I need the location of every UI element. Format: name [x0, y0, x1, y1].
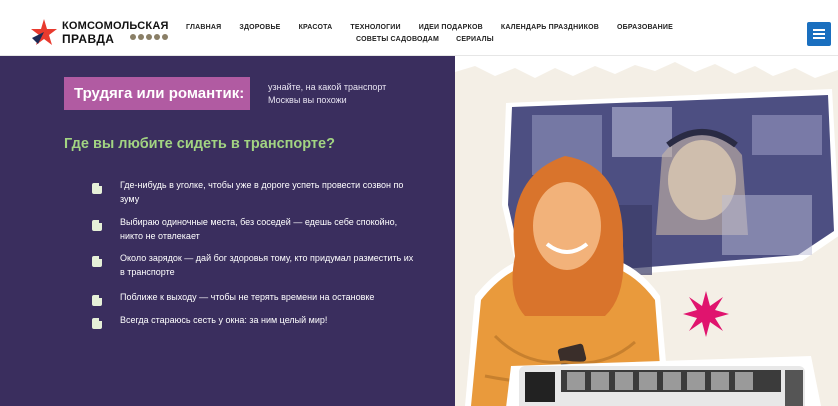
option-marker-icon: [92, 318, 102, 329]
nav-row-secondary: СОВЕТЫ САДОВОДАМ СЕРИАЛЫ: [356, 36, 656, 43]
nav-item-health[interactable]: ЗДОРОВЬЕ: [239, 24, 280, 31]
logo-star-icon: [31, 19, 57, 45]
quiz-panel: Трудяга или романтик: узнайте, на какой …: [0, 56, 470, 406]
logo-orders-icon: [130, 34, 168, 40]
site-header: КОМСОМОЛЬСКАЯ ПРАВДА ГЛАВНАЯ ЗДОРОВЬЕ КР…: [0, 0, 838, 56]
answer-text: Где-нибудь в уголке, чтобы уже в дороге …: [120, 180, 404, 204]
answer-text: Около зарядок — дай бог здоровья тому, к…: [120, 253, 414, 277]
nav-item-holiday-calendar[interactable]: КАЛЕНДАРЬ ПРАЗДНИКОВ: [501, 24, 599, 31]
nav-item-gift-ideas[interactable]: ИДЕИ ПОДАРКОВ: [419, 24, 483, 31]
answer-text: Поближе к выходу — чтобы не терять време…: [120, 292, 375, 302]
logo-text-bottom: ПРАВДА: [62, 32, 115, 46]
option-marker-icon: [92, 295, 102, 306]
nav-item-home[interactable]: ГЛАВНАЯ: [186, 24, 221, 31]
nav-item-education[interactable]: ОБРАЗОВАНИЕ: [617, 24, 673, 31]
nav-row-primary: ГЛАВНАЯ ЗДОРОВЬЕ КРАСОТА ТЕХНОЛОГИИ ИДЕИ…: [186, 24, 673, 31]
main-nav: ГЛАВНАЯ ЗДОРОВЬЕ КРАСОТА ТЕХНОЛОГИИ ИДЕИ…: [186, 24, 673, 43]
star-burst-icon: [683, 291, 729, 337]
nav-item-tech[interactable]: ТЕХНОЛОГИИ: [350, 24, 400, 31]
option-marker-icon: [92, 256, 102, 267]
option-marker-icon: [92, 183, 102, 194]
logo-text-top: КОМСОМОЛЬСКАЯ: [62, 20, 169, 32]
torn-paper-edge: [455, 56, 838, 78]
quiz-subtitle: узнайте, на какой транспорт Москвы вы по…: [268, 82, 387, 105]
answer-text: Всегда стараюсь сесть у окна: за ним цел…: [120, 315, 328, 325]
quiz-title: Трудяга или романтик:: [74, 85, 245, 102]
nav-item-beauty[interactable]: КРАСОТА: [299, 24, 333, 31]
answer-text: Выбираю одиночные места, без соседей — е…: [120, 217, 398, 241]
bus-photo: [506, 356, 821, 406]
nav-item-series[interactable]: СЕРИАЛЫ: [456, 36, 494, 43]
option-marker-icon: [92, 220, 102, 231]
quiz-title-box: Трудяга или романтик:: [64, 77, 250, 110]
hamburger-menu-icon[interactable]: [807, 22, 831, 46]
illustration-panel: [455, 56, 838, 406]
quiz-question: Где вы любите сидеть в транспорте?: [64, 136, 335, 152]
site-logo[interactable]: КОМСОМОЛЬСКАЯ ПРАВДА: [30, 18, 180, 48]
nav-item-gardening[interactable]: СОВЕТЫ САДОВОДАМ: [356, 36, 439, 43]
